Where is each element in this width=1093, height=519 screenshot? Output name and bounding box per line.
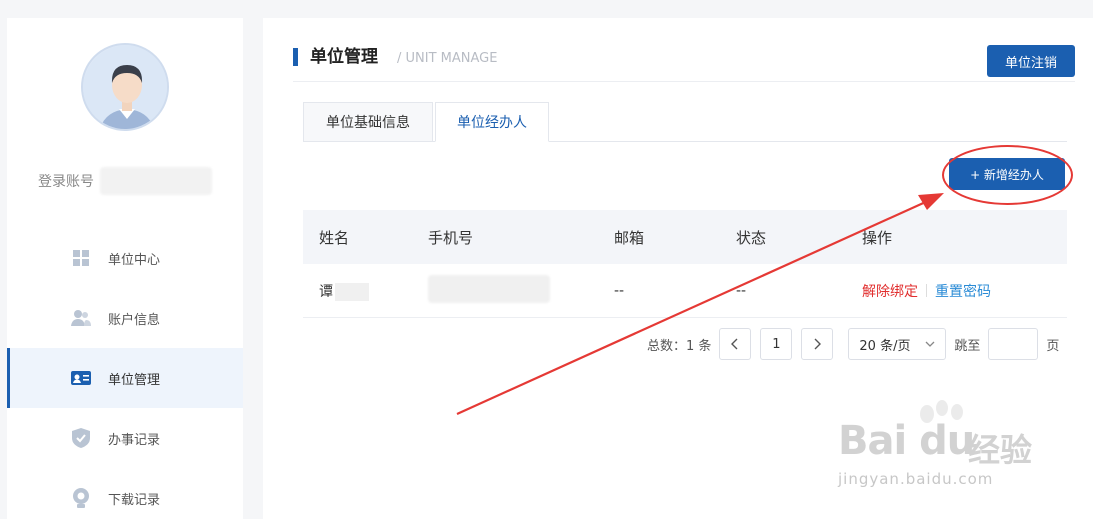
avatar[interactable] bbox=[81, 43, 169, 131]
watermark-cn: 经验 bbox=[968, 431, 1033, 469]
jump-page-input[interactable] bbox=[988, 328, 1039, 360]
reset-password-link[interactable]: 重置密码 bbox=[935, 281, 991, 301]
page-header: 单位管理 / UNIT MANAGE 单位注销 bbox=[293, 45, 1075, 82]
table-header: 姓名 手机号 邮箱 状态 操作 bbox=[303, 210, 1067, 264]
sidebar-item-label: 办事记录 bbox=[108, 432, 161, 448]
cell-phone bbox=[428, 274, 597, 307]
page-number-button[interactable]: 1 bbox=[760, 328, 793, 360]
unbind-link[interactable]: 解除绑定 bbox=[862, 281, 918, 301]
account-value-redacted bbox=[100, 167, 212, 195]
watermark-brand: Bai du bbox=[838, 418, 975, 464]
column-header-actions: 操作 bbox=[862, 228, 893, 247]
tab-unit-basic-info[interactable]: 单位基础信息 bbox=[303, 102, 433, 142]
pagination-total: 总数：1 条 bbox=[647, 338, 712, 354]
action-divider bbox=[926, 284, 927, 297]
page-subtitle: / UNIT MANAGE bbox=[397, 51, 498, 66]
page-suffix-label: 页 bbox=[1046, 338, 1060, 354]
cell-name: 谭 bbox=[303, 281, 428, 301]
cell-name-text: 谭 bbox=[319, 283, 333, 300]
sidebar-item-affairs-record[interactable]: 办事记录 bbox=[7, 408, 243, 468]
column-header-name: 姓名 bbox=[319, 228, 350, 247]
tabs: 单位基础信息 单位经办人 bbox=[303, 102, 1067, 142]
sidebar-item-account-info[interactable]: 账户信息 bbox=[7, 288, 243, 348]
column-header-status: 状态 bbox=[736, 228, 767, 247]
sidebar: 登录账号 单位中心 账户信息 单位管理 办事记录 下载记录 bbox=[7, 18, 243, 519]
add-agent-button[interactable]: + 新增经办人 bbox=[949, 158, 1065, 190]
sidebar-item-unit-management[interactable]: 单位管理 bbox=[7, 348, 243, 408]
chevron-down-icon bbox=[925, 341, 935, 347]
page-title: 单位管理 bbox=[310, 47, 378, 67]
page-size-value: 20 条/页 bbox=[859, 338, 911, 354]
sidebar-item-unit-center[interactable]: 单位中心 bbox=[7, 228, 243, 288]
user-avatar-icon bbox=[83, 45, 167, 129]
sidebar-item-download-record[interactable]: 下载记录 bbox=[7, 468, 243, 519]
sidebar-item-label: 单位中心 bbox=[108, 252, 161, 268]
sidebar-item-label: 账户信息 bbox=[108, 312, 161, 328]
chevron-right-icon bbox=[814, 338, 822, 350]
title-accent-bar bbox=[293, 48, 298, 66]
next-page-button[interactable] bbox=[801, 328, 834, 360]
sidebar-item-label: 单位管理 bbox=[108, 372, 161, 388]
table-row: 谭 -- -- 解除绑定 重置密码 bbox=[303, 264, 1067, 318]
cell-email: -- bbox=[614, 282, 625, 299]
tab-unit-agent[interactable]: 单位经办人 bbox=[435, 102, 549, 142]
id-card-icon bbox=[71, 368, 91, 388]
name-redacted bbox=[335, 282, 369, 301]
unit-cancel-button[interactable]: 单位注销 bbox=[987, 45, 1075, 77]
grid-icon bbox=[71, 248, 91, 268]
agent-table: 姓名 手机号 邮箱 状态 操作 谭 -- -- 解除绑定 重置密码 bbox=[303, 210, 1067, 318]
chevron-left-icon bbox=[731, 338, 738, 350]
prev-page-button[interactable] bbox=[719, 328, 752, 360]
users-icon bbox=[71, 308, 91, 328]
page-size-select[interactable]: 20 条/页 bbox=[848, 328, 947, 360]
cell-actions: 解除绑定 重置密码 bbox=[846, 281, 1067, 301]
sidebar-item-label: 下载记录 bbox=[108, 492, 161, 508]
column-header-phone: 手机号 bbox=[428, 228, 474, 247]
phone-redacted bbox=[428, 274, 550, 303]
cell-status: -- bbox=[736, 282, 747, 299]
pagination: 总数：1 条 1 20 条/页 跳至 页 bbox=[647, 328, 1059, 360]
watermark-url: jingyan.baidu.com bbox=[838, 470, 994, 488]
account-row: 登录账号 bbox=[38, 166, 212, 196]
shield-check-icon bbox=[71, 428, 91, 448]
jump-label: 跳至 bbox=[954, 338, 981, 354]
account-label: 登录账号 bbox=[38, 174, 94, 190]
column-header-email: 邮箱 bbox=[614, 228, 645, 247]
download-record-icon bbox=[71, 488, 91, 508]
